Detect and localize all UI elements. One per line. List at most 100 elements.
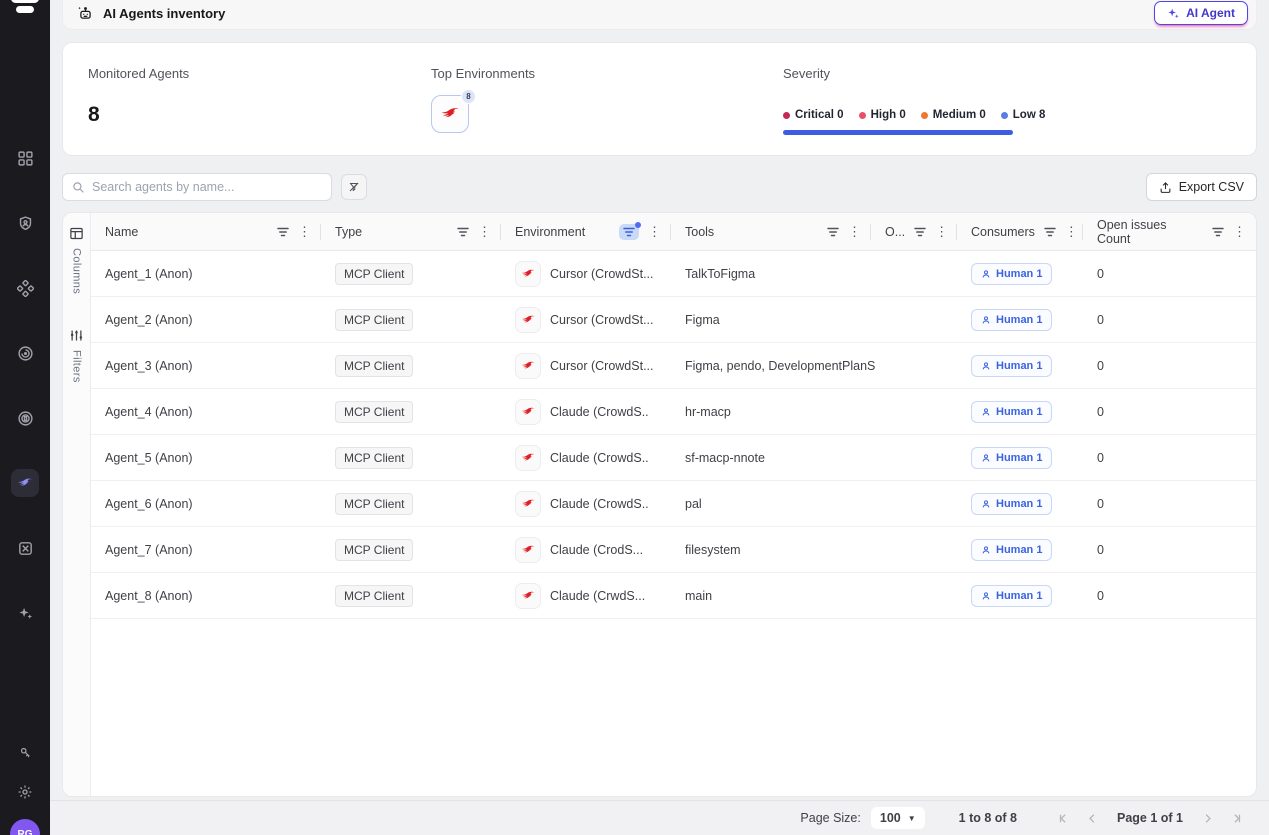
cell-consumers: Human 1 — [957, 538, 1083, 561]
column-header-consumers[interactable]: Consumers ⋮ — [957, 213, 1083, 250]
api-key-icon[interactable] — [12, 739, 38, 765]
tab-columns-label: Columns — [70, 248, 83, 295]
sidebar-item-ai-tools[interactable] — [11, 599, 39, 627]
consumer-badge[interactable]: Human 1 — [971, 446, 1053, 469]
falcon-icon — [515, 260, 541, 287]
person-icon — [981, 545, 991, 555]
export-csv-button[interactable]: Export CSV — [1145, 173, 1257, 201]
column-header-open-issues[interactable]: Open issues Count ⋮ — [1083, 213, 1256, 250]
search-icon — [72, 181, 85, 194]
ai-agents-falcon-icon — [16, 474, 34, 492]
tab-columns[interactable]: Columns — [69, 226, 84, 294]
cell-type: MCP Client — [321, 354, 501, 377]
severity-bar — [783, 130, 1013, 135]
type-badge: MCP Client — [335, 446, 414, 469]
cell-open-issues: 0 — [1097, 496, 1104, 511]
filter-icon[interactable] — [1212, 227, 1224, 237]
cell-consumers: Human 1 — [957, 308, 1083, 331]
table-row[interactable]: Agent_4 (Anon) MCP Client Claude (CrowdS… — [91, 389, 1256, 435]
column-menu-icon[interactable]: ⋮ — [298, 225, 311, 238]
tab-filters[interactable]: Filters — [69, 328, 84, 383]
filter-icon[interactable] — [277, 227, 289, 237]
column-header-environment[interactable]: Environment ⋮ — [501, 213, 671, 250]
severity-dot-icon — [783, 111, 790, 119]
search-box — [62, 173, 332, 201]
cell-type: MCP Client — [321, 262, 501, 285]
type-badge: MCP Client — [335, 538, 414, 561]
page-title: AI Agents inventory — [103, 5, 226, 21]
falcon-icon — [515, 398, 541, 425]
cell-type: MCP Client — [321, 538, 501, 561]
table-row[interactable]: Agent_5 (Anon) MCP Client Claude (CrowdS… — [91, 435, 1256, 481]
sidebar-item-mesh[interactable] — [11, 534, 39, 562]
cell-consumers: Human 1 — [957, 492, 1083, 515]
filter-icon[interactable] — [914, 227, 926, 237]
column-header-type[interactable]: Type ⋮ — [321, 213, 501, 250]
sidebar-item-radar[interactable] — [11, 339, 39, 367]
person-icon — [981, 591, 991, 601]
table-row[interactable]: Agent_7 (Anon) MCP Client Claude (CrodS.… — [91, 527, 1256, 573]
column-menu-icon[interactable]: ⋮ — [478, 225, 491, 238]
column-menu-icon[interactable]: ⋮ — [1065, 225, 1078, 238]
cell-type: MCP Client — [321, 308, 501, 331]
environment-count-badge: 8 — [461, 89, 476, 104]
user-avatar[interactable]: RG — [10, 819, 40, 835]
falcon-icon — [515, 444, 541, 471]
sidebar-item-ai-agents[interactable] — [11, 469, 39, 497]
table-row[interactable]: Agent_8 (Anon) MCP Client Claude (CrwdS.… — [91, 573, 1256, 619]
prev-page-icon[interactable] — [1086, 812, 1099, 825]
policies-record-icon — [17, 410, 34, 427]
next-page-icon[interactable] — [1201, 812, 1214, 825]
type-badge: MCP Client — [335, 308, 414, 331]
cell-environment: Claude (CrwdS... — [501, 582, 671, 609]
consumer-badge[interactable]: Human 1 — [971, 584, 1053, 607]
environment-tile[interactable]: 8 — [431, 89, 476, 133]
filter-icon[interactable] — [1044, 227, 1056, 237]
consumer-badge[interactable]: Human 1 — [971, 400, 1053, 423]
falcon-icon — [515, 536, 541, 563]
settings-gear-icon[interactable] — [12, 779, 38, 805]
table-row[interactable]: Agent_6 (Anon) MCP Client Claude (CrowdS… — [91, 481, 1256, 527]
filter-active-icon[interactable] — [619, 221, 641, 240]
filter-icon[interactable] — [827, 227, 839, 237]
consumer-badge[interactable]: Human 1 — [971, 492, 1053, 515]
table-row[interactable]: Agent_1 (Anon) MCP Client Cursor (CrowdS… — [91, 251, 1256, 297]
cell-name: Agent_6 (Anon) — [105, 496, 193, 511]
severity-legend-item: Medium 0 — [920, 109, 986, 121]
agents-table: Columns Filters Name ⋮ Type ⋮ Environmen… — [62, 212, 1257, 797]
table-row[interactable]: Agent_3 (Anon) MCP Client Cursor (CrowdS… — [91, 343, 1256, 389]
last-page-icon[interactable] — [1230, 812, 1243, 825]
person-icon — [981, 499, 991, 509]
column-menu-icon[interactable]: ⋮ — [935, 225, 948, 238]
column-menu-icon[interactable]: ⋮ — [1233, 225, 1246, 238]
ai-agent-button[interactable]: AI Agent — [1154, 1, 1248, 25]
column-header-tools[interactable]: Tools ⋮ — [671, 213, 871, 250]
sidebar-item-identity[interactable] — [11, 209, 39, 237]
table-row[interactable]: Agent_2 (Anon) MCP Client Cursor (CrowdS… — [91, 297, 1256, 343]
search-input[interactable] — [92, 180, 322, 194]
sidebar-item-dashboard[interactable] — [11, 144, 39, 172]
page-size-select[interactable]: 100 ▼ — [870, 807, 925, 829]
consumer-badge[interactable]: Human 1 — [971, 538, 1053, 561]
app-logo — [11, 0, 39, 18]
cell-consumers: Human 1 — [957, 354, 1083, 377]
cell-environment: Claude (CrowdS.. — [501, 490, 671, 517]
column-menu-icon[interactable]: ⋮ — [648, 225, 661, 238]
monitored-agents-label: Monitored Agents — [88, 66, 190, 81]
type-badge: MCP Client — [335, 262, 414, 285]
cell-environment: Cursor (CrowdSt... — [501, 306, 671, 333]
clear-filter-button[interactable] — [341, 174, 367, 200]
cell-tools: filesystem — [685, 542, 741, 557]
cell-name: Agent_7 (Anon) — [105, 542, 193, 557]
sidebar-item-policies[interactable] — [11, 404, 39, 432]
consumer-badge[interactable]: Human 1 — [971, 308, 1053, 331]
filter-icon[interactable] — [457, 227, 469, 237]
column-menu-icon[interactable]: ⋮ — [848, 225, 861, 238]
consumer-badge[interactable]: Human 1 — [971, 262, 1053, 285]
column-header-name[interactable]: Name ⋮ — [91, 213, 321, 250]
column-header-o[interactable]: O... ⋮ — [871, 213, 957, 250]
severity-label: Severity — [783, 66, 830, 81]
consumer-badge[interactable]: Human 1 — [971, 354, 1053, 377]
sidebar-item-integrations[interactable] — [11, 274, 39, 302]
first-page-icon[interactable] — [1057, 812, 1070, 825]
